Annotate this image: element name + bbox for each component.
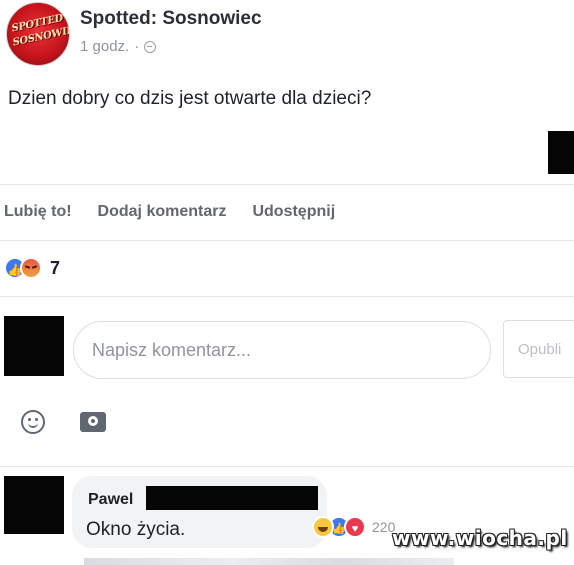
page-avatar[interactable]: SPOTTED SOSNOWIEC: [6, 2, 70, 66]
watermark: www.wiocha.pl: [392, 526, 568, 550]
divider: [0, 184, 574, 185]
haha-icon: [312, 516, 334, 538]
post-meta: 1 godz. ·: [80, 38, 157, 55]
divider: [0, 466, 574, 467]
like-button[interactable]: Lubię to!: [4, 203, 72, 221]
divider: [0, 296, 574, 297]
share-button[interactable]: Udostępnij: [252, 203, 335, 221]
comment-author[interactable]: Pawel: [88, 491, 133, 509]
reactions-summary[interactable]: 👍 7: [4, 257, 60, 279]
post-action-bar: Lubię to! Dodaj komentarz Udostępnij: [4, 203, 335, 221]
post-timestamp[interactable]: 1 godz.: [80, 38, 129, 55]
love-icon: ♥: [344, 516, 366, 538]
angry-icon: [20, 257, 42, 279]
meta-separator: ·: [134, 38, 140, 55]
redaction-block: [548, 131, 574, 174]
comment-text: Okno życia.: [86, 519, 186, 540]
emoji-mouth: [28, 420, 38, 428]
user-avatar-redacted: [4, 316, 64, 376]
reaction-count: 7: [50, 257, 61, 278]
camera-icon[interactable]: [80, 412, 106, 432]
page-name-link[interactable]: Spotted: Sosnowiec: [80, 8, 262, 30]
commenter-avatar-redacted: [4, 476, 64, 534]
publish-button[interactable]: Opubli: [503, 320, 574, 378]
avatar-logo-text: SPOTTED SOSNOWIEC: [10, 12, 70, 49]
divider: [0, 240, 574, 241]
comment-button[interactable]: Dodaj komentarz: [98, 203, 227, 221]
post-text: Dzien dobry co dzis jest otwarte dla dzi…: [8, 88, 372, 109]
cropped-comment-actions: [84, 558, 454, 565]
author-surname-redacted: [146, 486, 318, 510]
emoji-icon[interactable]: [21, 410, 45, 434]
globe-icon: [144, 40, 157, 53]
comment-reactions[interactable]: 👍 ♥ 220: [312, 516, 395, 538]
comment-input[interactable]: [73, 321, 491, 379]
